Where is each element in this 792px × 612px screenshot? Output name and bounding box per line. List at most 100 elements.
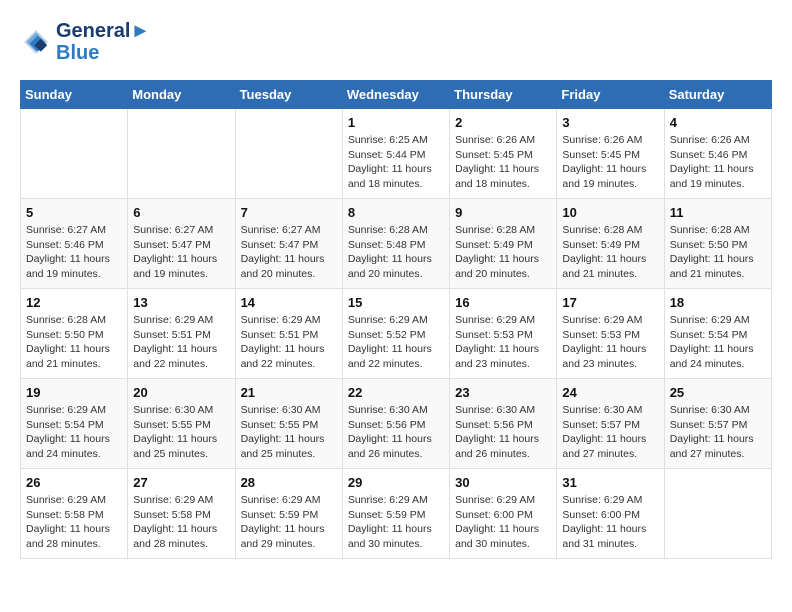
calendar-cell: 23 Sunrise: 6:30 AM Sunset: 5:56 PM Dayli… [450, 379, 557, 469]
calendar-cell: 17Sunrise: 6:29 AM Sunset: 5:53 PM Dayli… [557, 289, 664, 379]
calendar-cell: 3Sunrise: 6:26 AM Sunset: 5:45 PM Daylig… [557, 109, 664, 199]
day-info: Sunrise: 6:29 AM Sunset: 6:00 PM Dayligh… [562, 493, 658, 552]
day-info: Sunrise: 6:29 AM Sunset: 5:59 PM Dayligh… [241, 493, 337, 552]
day-number: 3 [562, 115, 658, 130]
header-cell-tuesday: Tuesday [235, 81, 342, 109]
day-info: Sunrise: 6:29 AM Sunset: 5:58 PM Dayligh… [26, 493, 122, 552]
header-cell-wednesday: Wednesday [342, 81, 449, 109]
day-info: Sunrise: 6:30 AM Sunset: 5:55 PM Dayligh… [133, 403, 229, 462]
calendar-cell: 4 Sunrise: 6:26 AM Sunset: 5:46 PM Daylig… [664, 109, 771, 199]
day-number: 5 [26, 205, 122, 220]
header-cell-sunday: Sunday [21, 81, 128, 109]
calendar-cell: 7 Sunrise: 6:27 AM Sunset: 5:47 PM Daylig… [235, 199, 342, 289]
day-info: Sunrise: 6:29 AM Sunset: 5:51 PM Dayligh… [241, 313, 337, 372]
day-info: Sunrise: 6:30 AM Sunset: 5:56 PM Dayligh… [455, 403, 551, 462]
day-info: Sunrise: 6:30 AM Sunset: 5:57 PM Dayligh… [670, 403, 766, 462]
calendar-cell: 5 Sunrise: 6:27 AM Sunset: 5:46 PM Daylig… [21, 199, 128, 289]
calendar-cell: 15Sunrise: 6:29 AM Sunset: 5:52 PM Dayli… [342, 289, 449, 379]
calendar-cell: 9 Sunrise: 6:28 AM Sunset: 5:49 PM Daylig… [450, 199, 557, 289]
day-info: Sunrise: 6:26 AM Sunset: 5:46 PM Dayligh… [670, 133, 766, 192]
day-number: 15 [348, 295, 444, 310]
header-cell-monday: Monday [128, 81, 235, 109]
day-number: 21 [241, 385, 337, 400]
day-info: Sunrise: 6:28 AM Sunset: 5:50 PM Dayligh… [670, 223, 766, 282]
calendar-cell: 16 Sunrise: 6:29 AM Sunset: 5:53 PM Dayli… [450, 289, 557, 379]
day-number: 23 [455, 385, 551, 400]
calendar-cell: 1Sunrise: 6:25 AM Sunset: 5:44 PM Daylig… [342, 109, 449, 199]
day-number: 17 [562, 295, 658, 310]
day-number: 22 [348, 385, 444, 400]
day-number: 9 [455, 205, 551, 220]
week-row-2: 5 Sunrise: 6:27 AM Sunset: 5:46 PM Daylig… [21, 199, 772, 289]
day-number: 14 [241, 295, 337, 310]
day-number: 29 [348, 475, 444, 490]
calendar-cell [235, 109, 342, 199]
day-number: 24 [562, 385, 658, 400]
week-row-1: 1Sunrise: 6:25 AM Sunset: 5:44 PM Daylig… [21, 109, 772, 199]
calendar-cell: 13 Sunrise: 6:29 AM Sunset: 5:51 PM Dayli… [128, 289, 235, 379]
calendar-cell: 25Sunrise: 6:30 AM Sunset: 5:57 PM Dayli… [664, 379, 771, 469]
logo: General► Blue [20, 20, 150, 64]
day-info: Sunrise: 6:27 AM Sunset: 5:46 PM Dayligh… [26, 223, 122, 282]
calendar-cell: 18Sunrise: 6:29 AM Sunset: 5:54 PM Dayli… [664, 289, 771, 379]
day-number: 20 [133, 385, 229, 400]
calendar-cell: 27 Sunrise: 6:29 AM Sunset: 5:58 PM Dayli… [128, 469, 235, 559]
day-info: Sunrise: 6:29 AM Sunset: 5:59 PM Dayligh… [348, 493, 444, 552]
day-number: 16 [455, 295, 551, 310]
day-number: 31 [562, 475, 658, 490]
week-row-3: 12 Sunrise: 6:28 AM Sunset: 5:50 PM Dayli… [21, 289, 772, 379]
calendar-cell: 21Sunrise: 6:30 AM Sunset: 5:55 PM Dayli… [235, 379, 342, 469]
calendar-cell: 28 Sunrise: 6:29 AM Sunset: 5:59 PM Dayli… [235, 469, 342, 559]
calendar-cell: 12 Sunrise: 6:28 AM Sunset: 5:50 PM Dayli… [21, 289, 128, 379]
day-info: Sunrise: 6:27 AM Sunset: 5:47 PM Dayligh… [133, 223, 229, 282]
header-cell-saturday: Saturday [664, 81, 771, 109]
header-cell-friday: Friday [557, 81, 664, 109]
day-number: 19 [26, 385, 122, 400]
day-number: 7 [241, 205, 337, 220]
day-number: 13 [133, 295, 229, 310]
day-number: 30 [455, 475, 551, 490]
calendar-cell: 11 Sunrise: 6:28 AM Sunset: 5:50 PM Dayli… [664, 199, 771, 289]
header-row: SundayMondayTuesdayWednesdayThursdayFrid… [21, 81, 772, 109]
calendar-cell: 6 Sunrise: 6:27 AM Sunset: 5:47 PM Daylig… [128, 199, 235, 289]
day-number: 8 [348, 205, 444, 220]
day-info: Sunrise: 6:29 AM Sunset: 5:51 PM Dayligh… [133, 313, 229, 372]
day-info: Sunrise: 6:27 AM Sunset: 5:47 PM Dayligh… [241, 223, 337, 282]
calendar-header: SundayMondayTuesdayWednesdayThursdayFrid… [21, 81, 772, 109]
calendar-cell [664, 469, 771, 559]
day-info: Sunrise: 6:29 AM Sunset: 5:54 PM Dayligh… [26, 403, 122, 462]
calendar-cell: 20 Sunrise: 6:30 AM Sunset: 5:55 PM Dayli… [128, 379, 235, 469]
day-number: 12 [26, 295, 122, 310]
calendar-cell: 26 Sunrise: 6:29 AM Sunset: 5:58 PM Dayli… [21, 469, 128, 559]
day-number: 28 [241, 475, 337, 490]
calendar-body: 1Sunrise: 6:25 AM Sunset: 5:44 PM Daylig… [21, 109, 772, 559]
day-info: Sunrise: 6:29 AM Sunset: 5:53 PM Dayligh… [455, 313, 551, 372]
day-info: Sunrise: 6:28 AM Sunset: 5:48 PM Dayligh… [348, 223, 444, 282]
calendar-cell: 31 Sunrise: 6:29 AM Sunset: 6:00 PM Dayli… [557, 469, 664, 559]
day-number: 27 [133, 475, 229, 490]
calendar-cell: 10Sunrise: 6:28 AM Sunset: 5:49 PM Dayli… [557, 199, 664, 289]
day-info: Sunrise: 6:28 AM Sunset: 5:50 PM Dayligh… [26, 313, 122, 372]
day-info: Sunrise: 6:28 AM Sunset: 5:49 PM Dayligh… [455, 223, 551, 282]
day-info: Sunrise: 6:29 AM Sunset: 5:58 PM Dayligh… [133, 493, 229, 552]
week-row-4: 19 Sunrise: 6:29 AM Sunset: 5:54 PM Dayli… [21, 379, 772, 469]
calendar-cell: 8 Sunrise: 6:28 AM Sunset: 5:48 PM Daylig… [342, 199, 449, 289]
calendar-cell: 22 Sunrise: 6:30 AM Sunset: 5:56 PM Dayli… [342, 379, 449, 469]
logo-text: General► Blue [56, 20, 150, 64]
day-info: Sunrise: 6:30 AM Sunset: 5:56 PM Dayligh… [348, 403, 444, 462]
day-number: 6 [133, 205, 229, 220]
calendar-cell: 30 Sunrise: 6:29 AM Sunset: 6:00 PM Dayli… [450, 469, 557, 559]
day-info: Sunrise: 6:29 AM Sunset: 6:00 PM Dayligh… [455, 493, 551, 552]
day-number: 18 [670, 295, 766, 310]
day-number: 10 [562, 205, 658, 220]
calendar-cell [21, 109, 128, 199]
day-number: 4 [670, 115, 766, 130]
day-info: Sunrise: 6:25 AM Sunset: 5:44 PM Dayligh… [348, 133, 444, 192]
day-info: Sunrise: 6:30 AM Sunset: 5:57 PM Dayligh… [562, 403, 658, 462]
header-cell-thursday: Thursday [450, 81, 557, 109]
day-info: Sunrise: 6:26 AM Sunset: 5:45 PM Dayligh… [455, 133, 551, 192]
day-number: 26 [26, 475, 122, 490]
day-number: 11 [670, 205, 766, 220]
calendar-cell: 19 Sunrise: 6:29 AM Sunset: 5:54 PM Dayli… [21, 379, 128, 469]
logo-icon [20, 26, 52, 58]
